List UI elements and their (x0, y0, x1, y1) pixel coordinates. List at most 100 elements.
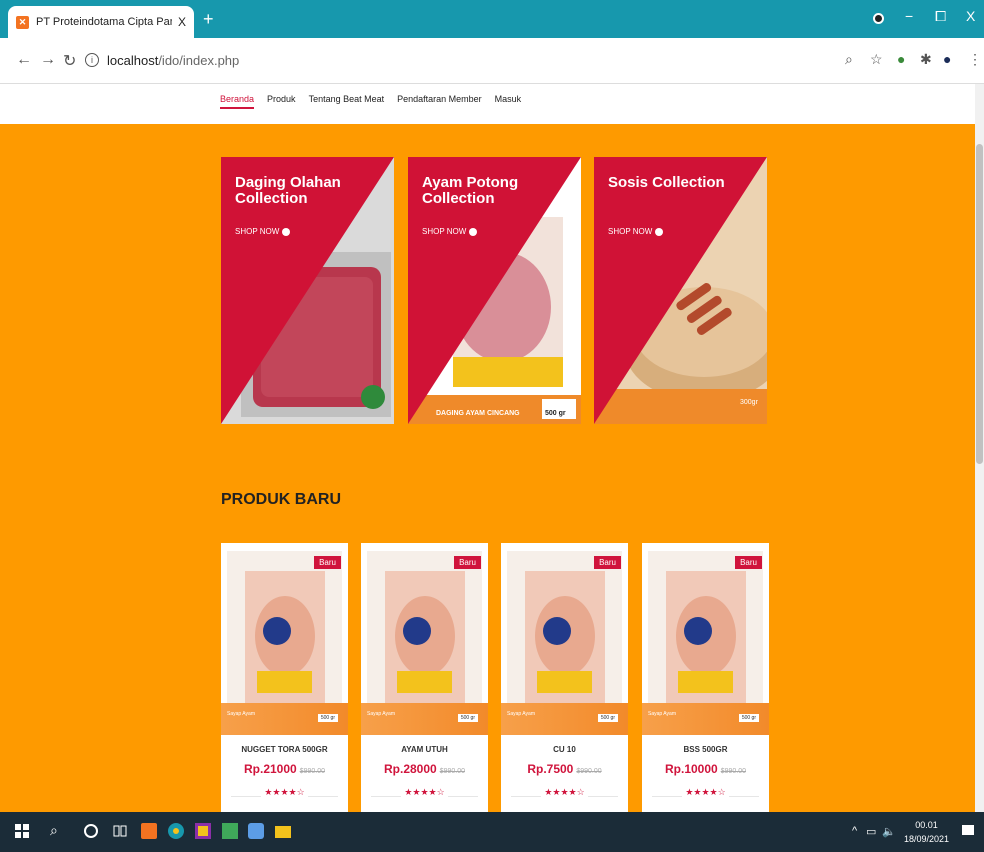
arrow-circle-icon (655, 227, 664, 236)
band-weight: 500 gr (457, 714, 478, 722)
banner-title: Sosis Collection (608, 174, 725, 191)
rating-stars: ★★★★☆ (361, 787, 488, 798)
profile-avatar-icon[interactable]: ● (943, 51, 951, 67)
forward-arrow-icon[interactable]: → (40, 51, 56, 69)
search-icon[interactable]: ⌕ (50, 822, 58, 839)
price-old: $990.00 (576, 768, 602, 775)
new-tab-icon[interactable]: + (203, 10, 214, 28)
product-band: Sayap Ayam 500 gr (221, 703, 348, 735)
shop-now-label: SHOP NOW (422, 227, 467, 236)
price-current: Rp.7500 (527, 762, 574, 776)
product-image (367, 551, 482, 706)
xampp-favicon-icon: ✕ (16, 15, 29, 29)
clock-date: 18/09/2021 (904, 834, 950, 844)
notepad-icon[interactable] (222, 823, 238, 839)
product-image (648, 551, 763, 706)
zoom-icon[interactable]: ⌕ (845, 51, 853, 68)
url-input[interactable]: i localhost/ido/index.php (85, 45, 835, 75)
nav-masuk[interactable]: Masuk (495, 94, 522, 109)
nav-pendaftaran[interactable]: Pendaftaran Member (397, 94, 482, 109)
price-current: Rp.21000 (243, 762, 297, 776)
file-explorer-icon[interactable] (275, 823, 291, 839)
windows-start-icon[interactable] (14, 823, 30, 839)
site-navbar: Beranda Produk Tentang Beat Meat Pendaft… (0, 84, 984, 124)
maximize-button[interactable]: ⧠ (935, 8, 946, 25)
band-weight: 500 gr (738, 714, 759, 722)
product-image (507, 551, 622, 706)
nav-beranda[interactable]: Beranda (220, 94, 255, 109)
address-bar: ← → ↻ i localhost/ido/index.php ⌕ ☆ ● ✱ … (0, 38, 984, 84)
rating-stars: ★★★★☆ (642, 787, 769, 798)
notification-icon[interactable] (960, 823, 976, 839)
nav-tentang[interactable]: Tentang Beat Meat (309, 94, 385, 109)
product-price: Rp.28000 $990.00 (361, 762, 488, 776)
info-icon[interactable]: i (85, 53, 99, 67)
tab-title: PT Proteindotama Cipta Pangan (36, 16, 172, 28)
product-card[interactable]: Baru Sayap Ayam 500 gr CU 10 Rp.7500 $990.… (501, 543, 628, 823)
product-card[interactable]: Baru Sayap Ayam 500 gr NUGGET TORA 500GR … (221, 543, 348, 823)
volume-icon[interactable]: 🔈 (882, 825, 896, 838)
product-name[interactable]: NUGGET TORA 500GR (221, 745, 348, 754)
scrollbar-thumb[interactable] (976, 144, 983, 464)
banner-sosis[interactable]: Sosis Collection SHOP NOW 300gr (594, 157, 767, 424)
profile-indicator-icon[interactable] (873, 13, 884, 24)
price-old: $990.00 (299, 768, 325, 775)
back-arrow-icon[interactable]: ← (16, 51, 32, 69)
extensions-puzzle-icon[interactable]: ✱ (920, 51, 932, 68)
menu-kebab-icon[interactable]: ⋮ (968, 51, 982, 68)
product-name[interactable]: AYAM UTUH (361, 745, 488, 754)
product-band: Sayap Ayam 500 gr (361, 703, 488, 735)
browser-tab[interactable]: ✕ PT Proteindotama Cipta Pangan X (8, 6, 194, 38)
minimize-button[interactable]: − (905, 8, 913, 24)
product-card[interactable]: Baru Sayap Ayam 500 gr BSS 500GR Rp.10000… (642, 543, 769, 823)
tab-close-icon[interactable]: X (178, 15, 186, 29)
price-current: Rp.10000 (664, 762, 718, 776)
cortana-icon[interactable] (83, 823, 99, 839)
battery-icon[interactable]: ▭ (866, 825, 876, 838)
new-badge: Baru (735, 556, 762, 569)
price-old: $990.00 (720, 768, 746, 775)
banner-weight-label: 300gr (740, 399, 758, 406)
product-name[interactable]: BSS 500GR (642, 745, 769, 754)
winrar-icon[interactable] (195, 823, 211, 839)
windows-taskbar: ⌕ ^ ▭ 🔈 00.01 18/09/2021 (0, 812, 984, 852)
band-label: Sayap Ayam (648, 711, 676, 717)
new-badge: Baru (454, 556, 481, 569)
shop-now-link[interactable]: SHOP NOW (608, 227, 664, 236)
extension-globe-icon[interactable]: ● (897, 51, 905, 67)
banner-daging-olahan[interactable]: Daging Olahan Collection SHOP NOW (221, 157, 394, 424)
product-name[interactable]: CU 10 (501, 745, 628, 754)
tray-chevron-icon[interactable]: ^ (852, 825, 857, 837)
shop-now-link[interactable]: SHOP NOW (235, 227, 291, 236)
banner-product-label: DAGING AYAM CINCANG (436, 410, 520, 417)
price-current: Rp.28000 (383, 762, 437, 776)
new-badge: Baru (314, 556, 341, 569)
browser-tab-bar: ✕ PT Proteindotama Cipta Pangan X + − ⧠ … (0, 0, 984, 38)
band-weight: 500 gr (597, 714, 618, 722)
shop-now-link[interactable]: SHOP NOW (422, 227, 478, 236)
bookmark-star-icon[interactable]: ☆ (870, 51, 883, 68)
nav-produk[interactable]: Produk (267, 94, 296, 109)
price-old: $990.00 (439, 768, 465, 775)
banner-ayam-potong[interactable]: Ayam Potong Collection SHOP NOW DAGING A… (408, 157, 581, 424)
taskbar-clock[interactable]: 00.01 18/09/2021 (904, 818, 949, 846)
new-badge: Baru (594, 556, 621, 569)
page-scrollbar[interactable] (975, 84, 984, 812)
url-host: localhost (107, 52, 159, 68)
product-price: Rp.7500 $990.00 (501, 762, 628, 776)
banner-title: Daging Olahan Collection (235, 174, 341, 207)
clock-time: 00.01 (915, 820, 938, 830)
task-view-icon[interactable] (112, 823, 128, 839)
arrow-circle-icon (469, 227, 478, 236)
arrow-circle-icon (282, 227, 291, 236)
reload-icon[interactable]: ↻ (63, 51, 76, 71)
chrome-icon[interactable] (168, 823, 184, 839)
product-card[interactable]: Baru Sayap Ayam 500 gr AYAM UTUH Rp.28000… (361, 543, 488, 823)
product-price: Rp.21000 $990.00 (221, 762, 348, 776)
close-window-button[interactable]: X (966, 8, 975, 24)
app-icon[interactable] (248, 823, 264, 839)
xampp-icon[interactable] (141, 823, 157, 839)
band-label: Sayap Ayam (367, 711, 395, 717)
banner-title: Ayam Potong Collection (422, 174, 519, 207)
band-label: Sayap Ayam (227, 711, 255, 717)
